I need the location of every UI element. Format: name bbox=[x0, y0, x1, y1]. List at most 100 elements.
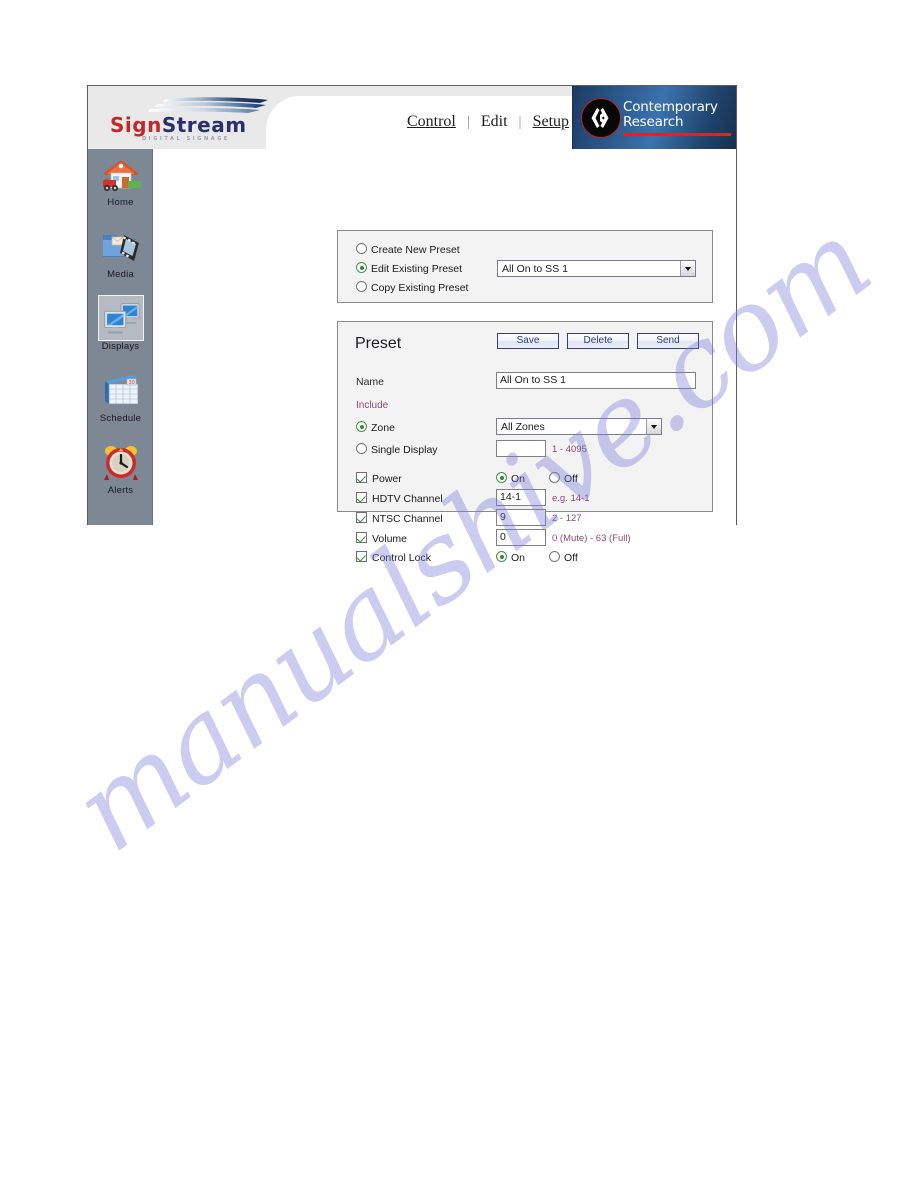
checkbox-volume[interactable]: Volume bbox=[356, 532, 407, 545]
main-content: Create New Preset Edit Existing Preset C… bbox=[154, 149, 737, 564]
sidebar-item-media-label: Media bbox=[107, 269, 134, 280]
sidebar-nav: Home Media Displays 30 Schedule Alerts bbox=[88, 149, 153, 525]
sidebar-item-home[interactable]: Home bbox=[88, 151, 153, 221]
nav-tab-edit[interactable]: Edit bbox=[479, 113, 510, 130]
app-body: Home Media Displays 30 Schedule Alerts C… bbox=[88, 149, 737, 564]
checkbox-power[interactable]: Power bbox=[356, 472, 402, 485]
radio-power-on-label: On bbox=[511, 473, 526, 485]
nav-tab-setup[interactable]: Setup bbox=[531, 113, 571, 130]
sidebar-item-home-label: Home bbox=[107, 197, 134, 208]
preset-detail-panel: Preset Save Delete Send Name All On to S… bbox=[337, 321, 713, 564]
sidebar-item-schedule-label: Schedule bbox=[99, 413, 142, 424]
ntsc-channel-hint: 2 - 127 bbox=[552, 513, 582, 524]
nav-tab-control[interactable]: Control bbox=[405, 113, 458, 130]
radio-single-display-dot[interactable] bbox=[356, 443, 367, 454]
radio-single-display[interactable]: Single Display bbox=[356, 443, 438, 456]
radio-zone-dot[interactable] bbox=[356, 421, 367, 432]
cr-logo-line1: Contemporary bbox=[623, 99, 718, 115]
save-button[interactable]: Save bbox=[497, 333, 559, 349]
hdtv-channel-input[interactable]: 14-1 bbox=[496, 489, 546, 506]
cr-logo-underline bbox=[623, 133, 731, 136]
radio-create-new-preset-label: Create New Preset bbox=[371, 244, 460, 256]
signstream-logo: SignStream DIGITAL SIGNAGE bbox=[110, 97, 290, 145]
radio-power-off-dot[interactable] bbox=[549, 472, 560, 483]
cr-logo-text: Contemporary Research bbox=[623, 100, 718, 129]
checkbox-control-lock-box[interactable] bbox=[356, 551, 367, 562]
radio-power-on[interactable]: On bbox=[496, 472, 525, 485]
include-label: Include bbox=[356, 400, 389, 411]
radio-control-lock-on[interactable]: On bbox=[496, 551, 525, 564]
radio-control-lock-on-dot[interactable] bbox=[496, 551, 507, 562]
checkbox-hdtv-channel-box[interactable] bbox=[356, 492, 367, 503]
delete-button[interactable]: Delete bbox=[567, 333, 629, 349]
preset-mode-panel: Create New Preset Edit Existing Preset C… bbox=[337, 230, 713, 303]
checkbox-control-lock-label: Control Lock bbox=[372, 552, 431, 564]
checkbox-power-label: Power bbox=[372, 473, 402, 485]
radio-edit-existing-preset-label: Edit Existing Preset bbox=[371, 263, 463, 275]
volume-input[interactable]: 0 bbox=[496, 529, 546, 546]
existing-preset-select-value: All On to SS 1 bbox=[502, 263, 568, 275]
app-header: SignStream DIGITAL SIGNAGE Control | Edit |… bbox=[88, 86, 736, 149]
hdtv-channel-hint: e.g. 14-1 bbox=[552, 493, 590, 504]
radio-control-lock-on-label: On bbox=[511, 552, 526, 564]
checkbox-ntsc-channel-box[interactable] bbox=[356, 512, 367, 523]
checkbox-ntsc-channel[interactable]: NTSC Channel bbox=[356, 512, 443, 525]
page-canvas: SignStream DIGITAL SIGNAGE Control | Edit |… bbox=[0, 0, 918, 1188]
radio-power-off[interactable]: Off bbox=[549, 472, 578, 485]
checkbox-volume-box[interactable] bbox=[356, 532, 367, 543]
radio-edit-existing-preset-dot[interactable] bbox=[356, 262, 367, 273]
nav-separator-1: | bbox=[466, 114, 470, 130]
radio-create-new-preset-dot[interactable] bbox=[356, 243, 367, 254]
radio-power-on-dot[interactable] bbox=[496, 472, 507, 483]
house-icon bbox=[98, 151, 144, 197]
single-display-hint: 1 - 4095 bbox=[552, 444, 587, 455]
calendar-icon: 30 bbox=[98, 367, 144, 413]
panel-title: Preset bbox=[355, 335, 402, 352]
checkbox-hdtv-channel[interactable]: HDTV Channel bbox=[356, 492, 443, 505]
checkbox-ntsc-channel-label: NTSC Channel bbox=[372, 513, 443, 525]
preset-name-input[interactable]: All On to SS 1 bbox=[496, 372, 696, 389]
zone-select[interactable]: All Zones bbox=[496, 418, 662, 435]
signstream-wordmark: SignStream bbox=[110, 115, 247, 135]
name-label: Name bbox=[356, 376, 385, 388]
sidebar-item-alerts[interactable]: Alerts bbox=[88, 439, 153, 509]
sidebar-item-displays-label: Displays bbox=[101, 341, 140, 352]
radio-control-lock-off[interactable]: Off bbox=[549, 551, 578, 564]
radio-control-lock-off-label: Off bbox=[564, 552, 578, 564]
nav-separator-2: | bbox=[518, 114, 522, 130]
cr-emblem-icon bbox=[581, 98, 621, 138]
chevron-down-icon[interactable] bbox=[646, 419, 661, 434]
checkbox-volume-label: Volume bbox=[372, 533, 408, 545]
contemporary-research-logo: Contemporary Research bbox=[572, 86, 736, 149]
radio-zone[interactable]: Zone bbox=[356, 421, 395, 434]
ntsc-channel-input[interactable]: 9 bbox=[496, 509, 546, 526]
sidebar-item-alerts-label: Alerts bbox=[107, 485, 134, 496]
radio-zone-label: Zone bbox=[371, 422, 395, 434]
svg-text:30: 30 bbox=[128, 380, 134, 386]
existing-preset-select[interactable]: All On to SS 1 bbox=[497, 260, 696, 277]
checkbox-power-box[interactable] bbox=[356, 472, 367, 483]
radio-copy-existing-preset[interactable]: Copy Existing Preset bbox=[356, 281, 468, 294]
single-display-input[interactable] bbox=[496, 440, 546, 457]
radio-power-off-label: Off bbox=[564, 473, 578, 485]
media-folder-icon bbox=[98, 223, 144, 269]
radio-control-lock-off-dot[interactable] bbox=[549, 551, 560, 562]
radio-edit-existing-preset[interactable]: Edit Existing Preset bbox=[356, 262, 462, 275]
checkbox-control-lock[interactable]: Control Lock bbox=[356, 551, 431, 564]
brand-tagline: DIGITAL SIGNAGE bbox=[142, 136, 230, 142]
chevron-down-icon[interactable] bbox=[680, 261, 695, 276]
radio-create-new-preset[interactable]: Create New Preset bbox=[356, 243, 460, 256]
brand-sign-text: Sign bbox=[110, 113, 162, 137]
zone-select-value: All Zones bbox=[501, 421, 545, 433]
cr-logo-line2: Research bbox=[623, 113, 684, 130]
send-button[interactable]: Send bbox=[637, 333, 699, 349]
alarm-clock-icon bbox=[98, 439, 144, 485]
sidebar-item-media[interactable]: Media bbox=[88, 223, 153, 293]
checkbox-hdtv-channel-label: HDTV Channel bbox=[372, 493, 443, 505]
sidebar-item-displays[interactable]: Displays bbox=[88, 295, 153, 365]
radio-copy-existing-preset-dot[interactable] bbox=[356, 281, 367, 292]
sidebar-item-schedule[interactable]: 30 Schedule bbox=[88, 367, 153, 437]
monitors-icon bbox=[97, 295, 144, 341]
radio-single-display-label: Single Display bbox=[371, 444, 438, 456]
volume-hint: 0 (Mute) - 63 (Full) bbox=[552, 533, 631, 544]
